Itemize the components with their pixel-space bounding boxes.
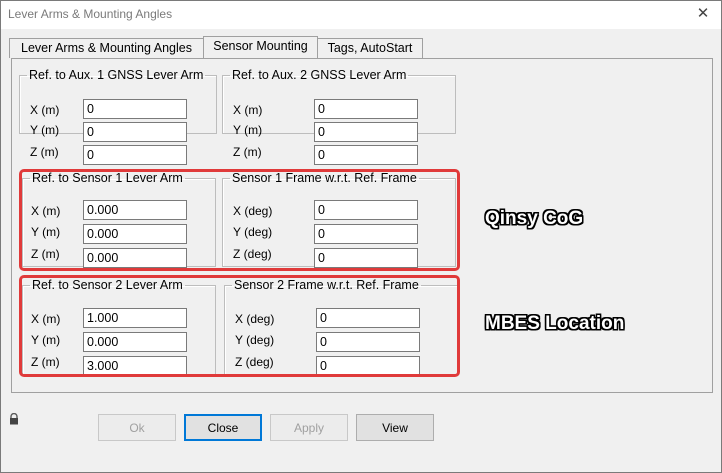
group-aux1-lever-arm: Ref. to Aux. 1 GNSS Lever Arm X (m) Y (m… bbox=[19, 68, 217, 165]
group-title: Ref. to Aux. 2 GNSS Lever Arm bbox=[232, 68, 407, 82]
field-label: Y (m) bbox=[30, 123, 60, 137]
aux1-x-input[interactable] bbox=[83, 99, 187, 119]
ok-button[interactable]: Ok bbox=[98, 414, 176, 441]
aux1-y-input[interactable] bbox=[83, 122, 187, 142]
close-button[interactable]: Close bbox=[184, 414, 262, 441]
field-label: Z (m) bbox=[30, 145, 59, 159]
highlight-box-sensor2 bbox=[19, 275, 460, 377]
field-label: X (m) bbox=[30, 103, 60, 117]
highlight-box-sensor1 bbox=[19, 169, 460, 271]
annotation-mbes-location: MBES Location bbox=[485, 313, 625, 334]
view-button[interactable]: View bbox=[356, 414, 434, 441]
tab-sensor-mounting[interactable]: Sensor Mounting bbox=[203, 36, 318, 58]
tab-label: Lever Arms & Mounting Angles bbox=[21, 41, 192, 55]
group-aux2-lever-arm: Ref. to Aux. 2 GNSS Lever Arm X (m) Y (m… bbox=[222, 68, 456, 165]
field-label: Z (m) bbox=[233, 145, 262, 159]
field-label: X (m) bbox=[233, 103, 263, 117]
window-title: Lever Arms & Mounting Angles bbox=[8, 7, 173, 21]
aux1-z-input[interactable] bbox=[83, 145, 187, 165]
tab-tags-autostart[interactable]: Tags, AutoStart bbox=[317, 38, 423, 58]
apply-button[interactable]: Apply bbox=[270, 414, 348, 441]
annotation-qinsy-cog: Qinsy CoG bbox=[485, 208, 584, 229]
lock-icon bbox=[10, 413, 18, 425]
dialog-window: Lever Arms & Mounting Angles ✕ Lever Arm… bbox=[0, 0, 722, 473]
aux2-x-input[interactable] bbox=[314, 99, 418, 119]
aux2-y-input[interactable] bbox=[314, 122, 418, 142]
tab-label: Tags, AutoStart bbox=[327, 41, 413, 55]
group-title: Ref. to Aux. 1 GNSS Lever Arm bbox=[29, 68, 204, 82]
close-window-button[interactable]: ✕ bbox=[691, 3, 715, 25]
tab-label: Sensor Mounting bbox=[213, 39, 308, 53]
tab-lever-arms[interactable]: Lever Arms & Mounting Angles bbox=[9, 38, 204, 58]
aux2-z-input[interactable] bbox=[314, 145, 418, 165]
field-label: Y (m) bbox=[233, 123, 263, 137]
title-bar: Lever Arms & Mounting Angles ✕ bbox=[1, 1, 721, 29]
